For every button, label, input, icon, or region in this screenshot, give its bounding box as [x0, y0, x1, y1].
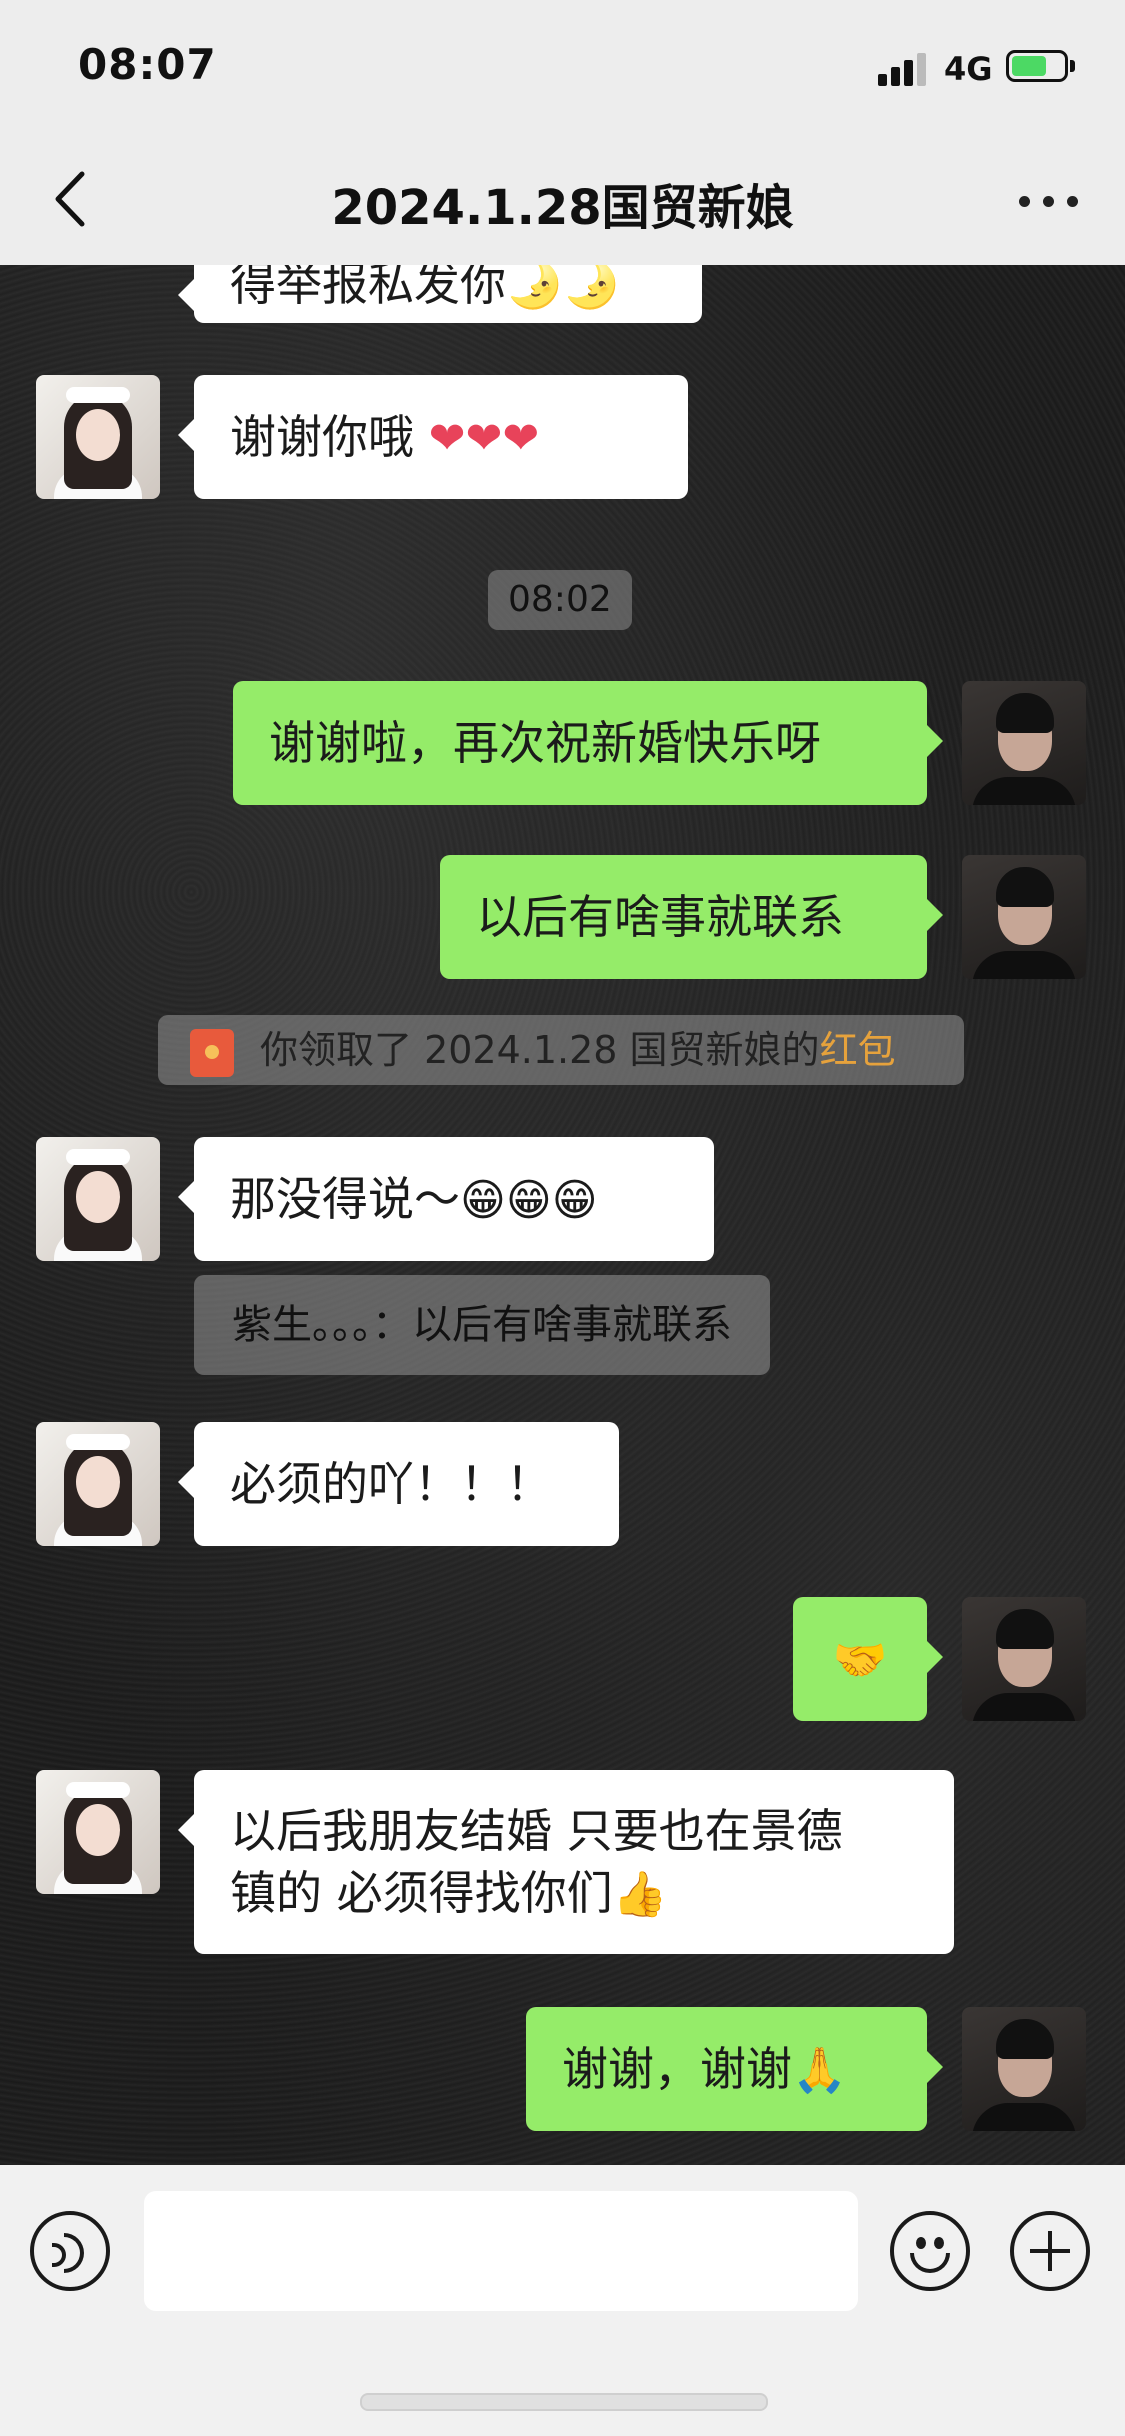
avatar-self[interactable] [962, 855, 1086, 979]
message-bubble-incoming[interactable]: 以后我朋友结婚 只要也在景德 镇的 必须得找你们👍 [178, 1770, 954, 1954]
emoji-button[interactable] [890, 2211, 970, 2291]
pray-emoji: 🙏 [792, 2045, 847, 2096]
chat-header: 2024.1.28国贸新娘 [0, 130, 1125, 265]
message-input[interactable] [144, 2191, 858, 2311]
message-bubble-outgoing[interactable]: 谢谢啦，再次祝新婚快乐呀 [233, 681, 943, 805]
status-time: 08:07 [78, 40, 217, 89]
avatar-self[interactable] [962, 681, 1086, 805]
avatar-contact[interactable] [36, 1770, 160, 1894]
avatar-contact[interactable] [36, 375, 160, 499]
message-bubble-incoming[interactable]: 必须的吖！！！ [178, 1422, 619, 1546]
heart-emoji: ❤❤❤ [428, 413, 540, 464]
red-packet-notice: 你领取了 2024.1.28 国贸新娘的红包 [158, 1015, 964, 1085]
red-packet-link[interactable]: 红包 [820, 1028, 896, 1072]
message-text: 谢谢啦，再次祝新婚快乐呀 [269, 716, 821, 770]
home-indicator[interactable] [360, 2393, 768, 2411]
status-bar: 08:07 4G [0, 0, 1125, 130]
grin-emoji: 😁😁😁 [460, 1175, 598, 1226]
signal-icon [878, 52, 930, 86]
notice-text: 你领取了 2024.1.28 国贸新娘的 [260, 1028, 820, 1072]
chat-message-list[interactable]: 得举报私发你🌛🌛 谢谢你哦 ❤❤❤ 08:02 谢谢啦，再次祝新婚快乐呀 以后有… [0, 265, 1125, 2165]
message-text: 那没得说～ [230, 1172, 460, 1226]
voice-input-button[interactable] [30, 2211, 110, 2291]
message-bubble-incoming[interactable]: 得举报私发你🌛🌛 [178, 265, 702, 323]
message-text: 以后有啥事就联系 [476, 890, 844, 944]
red-packet-icon [190, 1029, 234, 1077]
message-bubble-outgoing[interactable]: 谢谢，谢谢🙏 [526, 2007, 943, 2131]
message-bubble-incoming[interactable]: 谢谢你哦 ❤❤❤ [178, 375, 688, 499]
network-label: 4G [944, 50, 993, 88]
quoted-message[interactable]: 紫生。。。：以后有啥事就联系 [194, 1275, 770, 1375]
message-bubble-outgoing[interactable]: 🤝 [793, 1597, 943, 1721]
message-text-line: 镇的 必须得找你们 [230, 1866, 613, 1920]
message-text: 谢谢，谢谢 [562, 2042, 792, 2096]
message-text: 得举报私发你🌛🌛 [230, 265, 621, 311]
message-text-line: 以后我朋友结婚 只要也在景德 [230, 1804, 843, 1858]
message-bubble-outgoing[interactable]: 以后有啥事就联系 [440, 855, 943, 979]
avatar-self[interactable] [962, 1597, 1086, 1721]
handshake-emoji: 🤝 [832, 1635, 888, 1686]
thumbs-up-emoji: 👍 [612, 1869, 668, 1920]
message-text: 必须的吖！！！ [230, 1457, 552, 1511]
avatar-contact[interactable] [36, 1137, 160, 1261]
more-options-button[interactable] [1013, 170, 1083, 230]
more-functions-button[interactable] [1010, 2211, 1090, 2291]
message-bubble-incoming[interactable]: 那没得说～😁😁😁 [178, 1137, 714, 1261]
chat-timestamp: 08:02 [488, 570, 632, 630]
message-text: 谢谢你哦 [230, 410, 429, 464]
avatar-self[interactable] [962, 2007, 1086, 2131]
avatar-contact[interactable] [36, 1422, 160, 1546]
battery-cap [1070, 60, 1075, 72]
chat-title: 2024.1.28国贸新娘 [331, 180, 794, 236]
battery-icon [1006, 50, 1068, 82]
